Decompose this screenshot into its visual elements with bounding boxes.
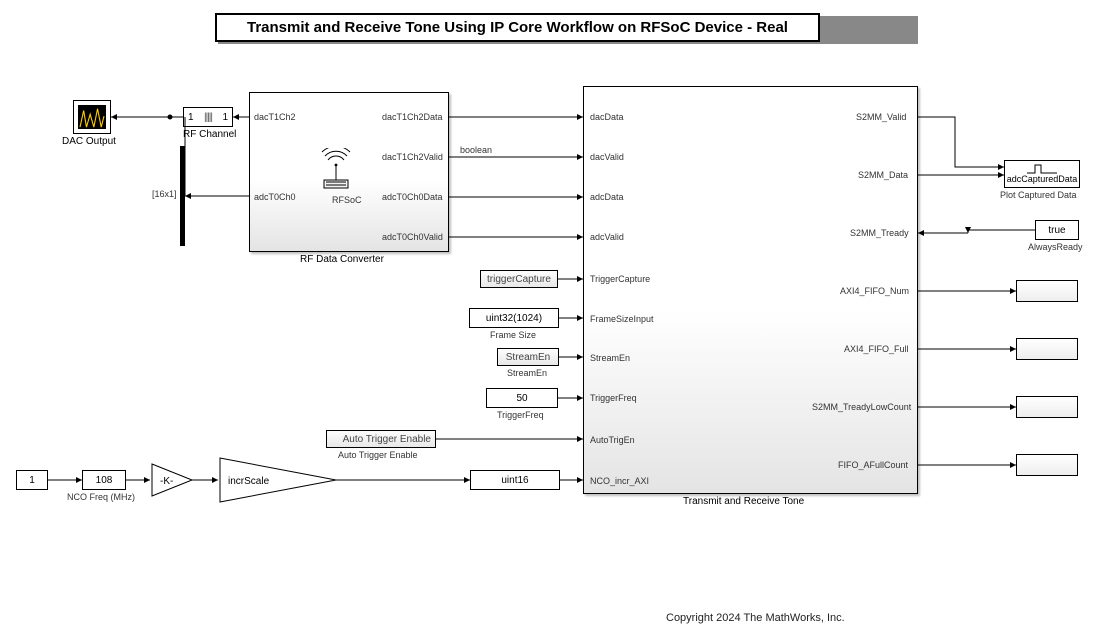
diagram-canvas: Transmit and Receive Tone Using IP Core … [0, 0, 1107, 643]
copyright: Copyright 2024 The MathWorks, Inc. [666, 612, 845, 624]
signal-wires [0, 0, 1107, 643]
